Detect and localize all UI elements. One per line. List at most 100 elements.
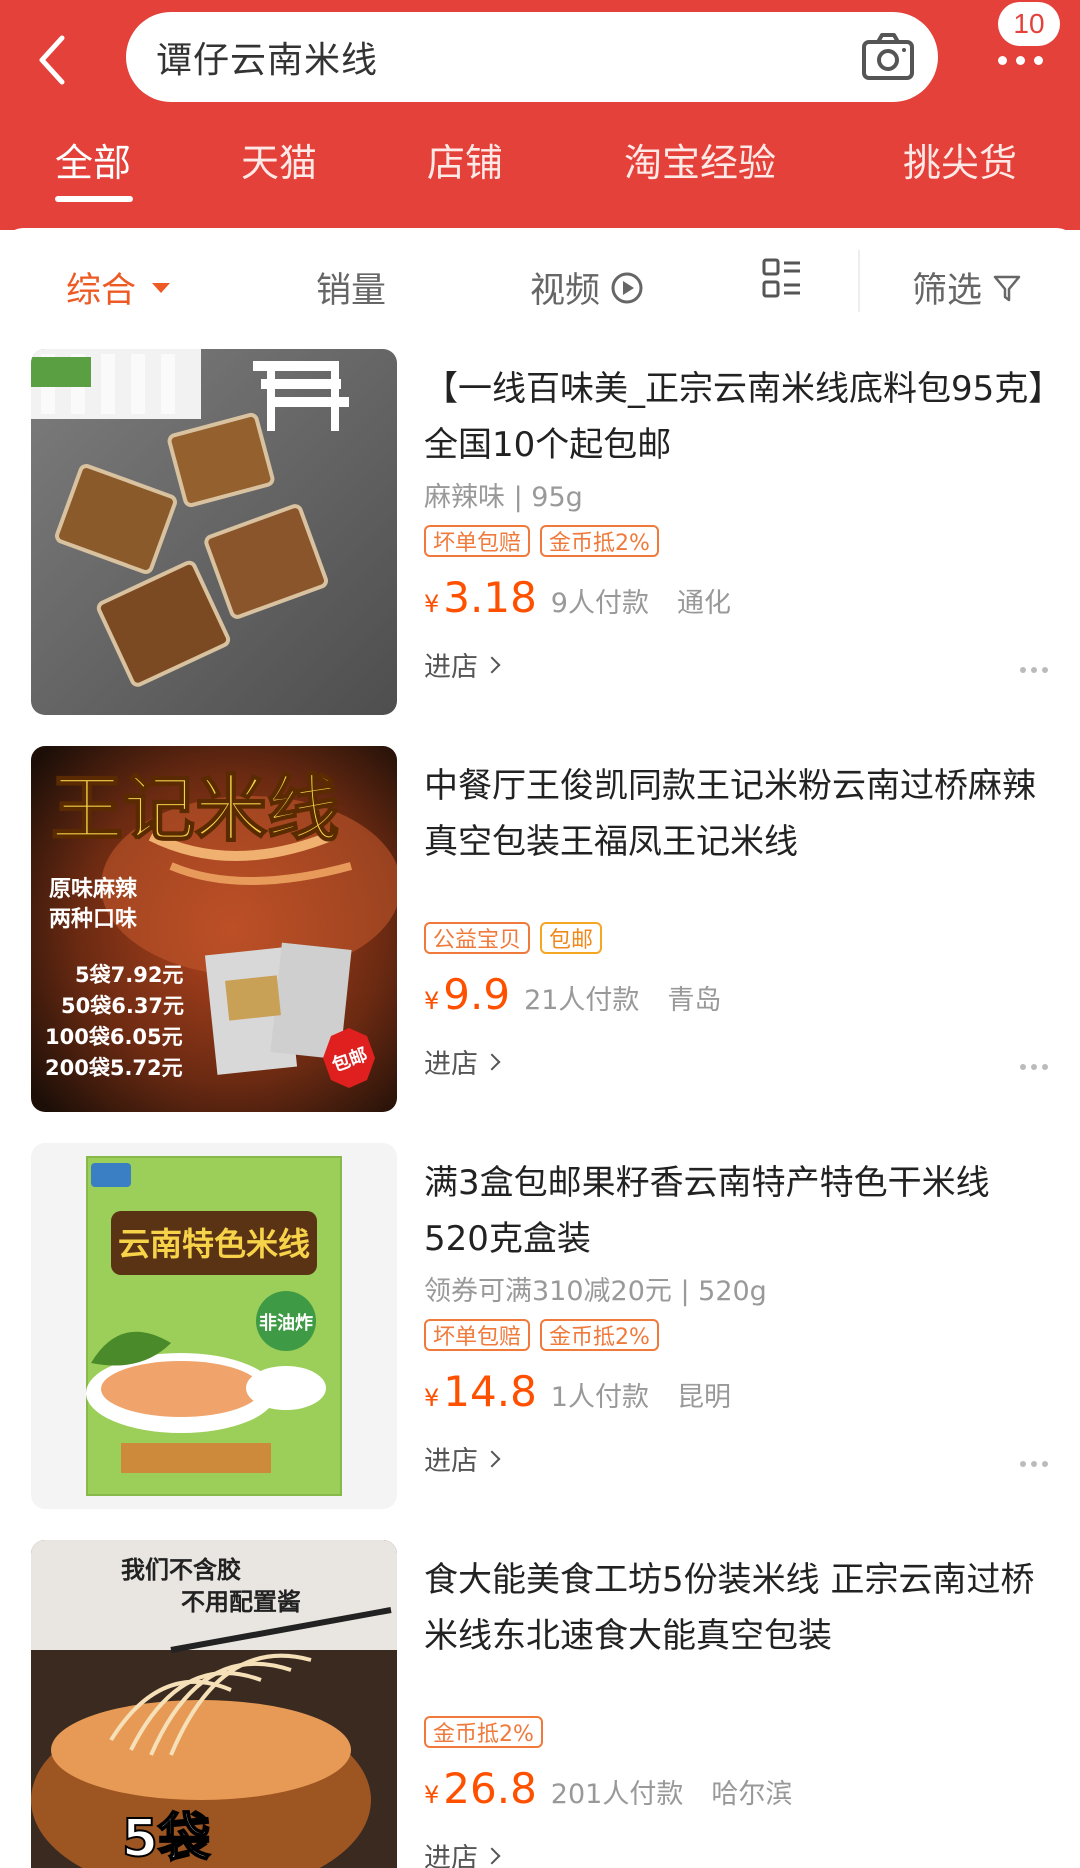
product-spec: 领券可满310减20元 | 520g bbox=[424, 1276, 767, 1307]
tab-shops[interactable]: 店铺 bbox=[427, 132, 503, 187]
product-image[interactable] bbox=[31, 349, 397, 715]
item-more-button[interactable] bbox=[1020, 1461, 1048, 1467]
product-price: 26.8 bbox=[443, 1764, 537, 1813]
more-dot bbox=[1015, 55, 1025, 65]
chevron-right-icon bbox=[483, 1450, 501, 1467]
product-card[interactable]: 王记米线 原味麻辣 两种口味 5袋7.92元 50袋6.37元 100袋6.05… bbox=[0, 746, 1080, 1112]
tag-coin-discount: 金币抵2% bbox=[540, 525, 659, 557]
tab-taobao-experience[interactable]: 淘宝经验 bbox=[624, 132, 776, 187]
product-tags: 坏单包赔 金币抵2% bbox=[424, 1319, 1054, 1353]
sales-count: 21人付款 bbox=[524, 985, 640, 1016]
image-count-text: 5袋 bbox=[122, 1809, 210, 1868]
enter-shop-link[interactable]: 进店 bbox=[424, 1439, 501, 1478]
image-price-tier-4: 200袋5.72元 bbox=[45, 1056, 183, 1080]
enter-shop-label: 进店 bbox=[424, 652, 478, 683]
image-slogan-line-1: 我们不含胶 bbox=[121, 1556, 241, 1584]
chevron-right-icon bbox=[483, 656, 501, 673]
price-row: ¥ 26.8 201人付款 哈尔滨 bbox=[424, 1764, 1054, 1813]
product-photo-noodle-bowl: 我们不含胶 不用配置酱 5袋 bbox=[31, 1540, 397, 1868]
sort-bar: 综合 销量 视频 筛选 bbox=[0, 228, 1080, 338]
camera-icon[interactable] bbox=[860, 30, 916, 84]
price-row: ¥ 3.18 9人付款 通化 bbox=[424, 573, 1054, 622]
tag-damage-compensation: 坏单包赔 bbox=[424, 525, 531, 557]
sales-count: 201人付款 bbox=[550, 1779, 684, 1810]
product-info: 中餐厅王俊凯同款王记米粉云南过桥麻辣真空包装王福凤王记米线 公益宝贝 包邮 ¥ … bbox=[424, 746, 1054, 1112]
product-card[interactable]: 云南特色米线 非油炸 满3盒包邮果籽香云南特产特色干米线520克盒装 领券可满3… bbox=[0, 1143, 1080, 1509]
enter-shop-link[interactable]: 进店 bbox=[424, 645, 501, 684]
product-info: 食大能美食工坊5份装米线 正宗云南过桥米线东北速食大能真空包装 金币抵2% ¥ … bbox=[424, 1540, 1054, 1868]
currency-symbol: ¥ bbox=[424, 590, 440, 618]
sort-sales-label: 销量 bbox=[316, 271, 387, 311]
more-options-button[interactable] bbox=[990, 40, 1050, 80]
chevron-right-icon bbox=[483, 1847, 501, 1864]
category-tabs: 全部 天猫 店铺 淘宝经验 挑尖货 bbox=[0, 132, 1080, 202]
sort-video[interactable]: 视频 bbox=[530, 262, 644, 313]
product-card[interactable]: 我们不含胶 不用配置酱 5袋 食大能美食工坊5份装米线 正宗云南过桥米线东北速食… bbox=[0, 1540, 1080, 1868]
product-card[interactable]: 【一线百味美_正宗云南米线底料包95克】全国10个起包邮 麻辣味 | 95g 坏… bbox=[0, 349, 1080, 715]
product-title[interactable]: 食大能美食工坊5份装米线 正宗云南过桥米线东北速食大能真空包装 bbox=[424, 1552, 1054, 1664]
image-flavor-text-1: 原味麻辣 bbox=[49, 876, 138, 902]
product-spec: 麻辣味 | 95g bbox=[424, 482, 583, 513]
product-price: 3.18 bbox=[443, 573, 537, 622]
image-price-tier-2: 50袋6.37元 bbox=[61, 994, 184, 1018]
product-title[interactable]: 【一线百味美_正宗云南米线底料包95克】全国10个起包邮 bbox=[424, 361, 1054, 473]
product-info: 满3盒包邮果籽香云南特产特色干米线520克盒装 领券可满310减20元 | 52… bbox=[424, 1143, 1054, 1509]
product-tags: 金币抵2% bbox=[424, 1716, 1054, 1750]
tag-free-shipping: 包邮 bbox=[540, 922, 603, 954]
product-title[interactable]: 满3盒包邮果籽香云南特产特色干米线520克盒装 bbox=[424, 1155, 1054, 1267]
list-view-icon bbox=[762, 258, 800, 298]
sort-comprehensive-label: 综合 bbox=[66, 271, 137, 311]
tab-all[interactable]: 全部 bbox=[55, 132, 131, 187]
shipping-location: 青岛 bbox=[667, 985, 722, 1016]
tag-charity: 公益宝贝 bbox=[424, 922, 531, 954]
tab-premium-goods[interactable]: 挑尖货 bbox=[903, 132, 1017, 187]
image-flavor-text-2: 两种口味 bbox=[49, 907, 137, 932]
item-more-button[interactable] bbox=[1020, 667, 1048, 673]
enter-shop-label: 进店 bbox=[424, 1049, 478, 1080]
sort-comprehensive[interactable]: 综合 bbox=[66, 262, 171, 313]
image-brand-text: 王记米线 bbox=[51, 766, 339, 851]
sort-video-label: 视频 bbox=[530, 271, 601, 311]
search-input[interactable]: 谭仔云南米线 bbox=[126, 12, 938, 102]
chevron-left-icon bbox=[39, 35, 65, 85]
tag-coin-discount: 金币抵2% bbox=[424, 1716, 543, 1748]
sales-count: 9人付款 bbox=[550, 588, 649, 619]
product-image[interactable]: 王记米线 原味麻辣 两种口味 5袋7.92元 50袋6.37元 100袋6.05… bbox=[31, 746, 397, 1112]
product-tags: 坏单包赔 金币抵2% bbox=[424, 525, 1054, 559]
product-photo-seasoning-packs bbox=[31, 349, 397, 715]
product-tags: 公益宝贝 包邮 bbox=[424, 922, 1054, 956]
product-title[interactable]: 中餐厅王俊凯同款王记米粉云南过桥麻辣真空包装王福凤王记米线 bbox=[424, 758, 1054, 870]
item-more-button[interactable] bbox=[1020, 1064, 1048, 1070]
filter-funnel-icon bbox=[993, 275, 1021, 301]
product-price: 9.9 bbox=[443, 970, 511, 1019]
back-button[interactable] bbox=[30, 22, 74, 98]
filter-button[interactable]: 筛选 bbox=[912, 262, 1022, 313]
sort-bar-divider bbox=[858, 250, 860, 312]
tab-tmall[interactable]: 天猫 bbox=[241, 132, 317, 187]
chevron-right-icon bbox=[483, 1053, 501, 1070]
image-price-tier-3: 100袋6.05元 bbox=[45, 1025, 183, 1049]
enter-shop-label: 进店 bbox=[424, 1843, 478, 1868]
product-image[interactable]: 我们不含胶 不用配置酱 5袋 bbox=[31, 1540, 397, 1868]
product-image[interactable]: 云南特色米线 非油炸 bbox=[31, 1143, 397, 1509]
product-info: 【一线百味美_正宗云南米线底料包95克】全国10个起包邮 麻辣味 | 95g 坏… bbox=[424, 349, 1054, 715]
price-row: ¥ 14.8 1人付款 昆明 bbox=[424, 1367, 1054, 1416]
price-row: ¥ 9.9 21人付款 青岛 bbox=[424, 970, 1054, 1019]
more-dot bbox=[1033, 55, 1043, 65]
currency-symbol: ¥ bbox=[424, 1781, 440, 1809]
enter-shop-label: 进店 bbox=[424, 1446, 478, 1477]
shipping-location: 哈尔滨 bbox=[711, 1779, 793, 1810]
image-price-tier-1: 5袋7.92元 bbox=[75, 963, 183, 987]
tag-damage-compensation: 坏单包赔 bbox=[424, 1319, 531, 1351]
more-dot bbox=[997, 55, 1007, 65]
image-slogan-line-2: 不用配置酱 bbox=[181, 1588, 301, 1616]
shipping-location: 通化 bbox=[676, 588, 731, 619]
sort-sales[interactable]: 销量 bbox=[316, 262, 386, 313]
enter-shop-link[interactable]: 进店 bbox=[424, 1836, 501, 1868]
image-nonfried-text: 非油炸 bbox=[259, 1312, 313, 1334]
product-photo-yunnan-noodle-box: 云南特色米线 非油炸 bbox=[31, 1143, 397, 1509]
notification-badge: 10 bbox=[998, 2, 1060, 46]
layout-toggle-button[interactable] bbox=[762, 258, 802, 298]
enter-shop-link[interactable]: 进店 bbox=[424, 1042, 501, 1081]
image-brand-text: 云南特色米线 bbox=[118, 1225, 310, 1263]
